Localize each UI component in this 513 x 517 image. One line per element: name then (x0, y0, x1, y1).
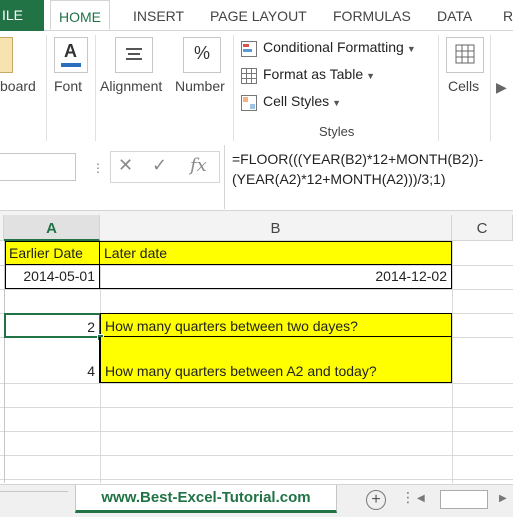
worksheet-grid[interactable]: A B C Earlier Date Later date 2014-05-01… (0, 215, 513, 483)
cell-b4[interactable]: How many quarters between two dayes? (100, 313, 452, 337)
clipboard-label[interactable]: board (0, 78, 36, 94)
tab-review[interactable]: R (503, 0, 513, 30)
chevron-down-icon: ▼ (366, 71, 376, 81)
cell-a4-selected[interactable]: 2 (4, 313, 101, 338)
tab-home[interactable]: HOME (50, 0, 110, 30)
format-as-table-button[interactable]: Format as Table ▼ (241, 62, 375, 86)
font-label[interactable]: Font (54, 78, 82, 94)
formula-line-1: =FLOOR(((YEAR(B2)*12+MONTH(B2))- (232, 151, 484, 167)
ribbon-separator (490, 35, 491, 141)
scroll-left-icon[interactable]: ◀ (417, 493, 425, 504)
ribbon-separator (233, 35, 234, 141)
gridline (0, 407, 513, 408)
tab-page-layout[interactable]: PAGE LAYOUT (210, 0, 307, 30)
styles-group-label: Styles (319, 124, 355, 139)
cell-b5[interactable]: How many quarters between A2 and today? (100, 337, 452, 383)
more-dots-icon: ⋮ (92, 161, 105, 175)
gridline (0, 289, 513, 290)
ribbon-separator (95, 35, 96, 141)
font-icon[interactable]: A (54, 37, 88, 73)
formula-bar: ⋮ ✕ ✓ fx =FLOOR(((YEAR(B2)*12+MONTH(B2))… (0, 145, 513, 209)
cell-b2[interactable]: 2014-12-02 (100, 265, 452, 289)
tab-file[interactable]: ILE (0, 0, 44, 31)
name-box[interactable] (0, 153, 76, 181)
alignment-icon[interactable] (115, 37, 153, 73)
tab-data[interactable]: DATA (437, 0, 472, 30)
cell-b1[interactable]: Later date (100, 241, 452, 265)
conditional-formatting-label: Conditional Formatting (263, 39, 404, 55)
table-icon (241, 67, 257, 85)
cell-a5[interactable]: 4 (5, 337, 100, 383)
formula-line-2: (YEAR(A2)*12+MONTH(A2)))/3;1) (232, 171, 446, 187)
cells-label[interactable]: Cells (448, 78, 479, 94)
column-header-c[interactable]: C (452, 215, 513, 241)
gridline (0, 455, 513, 456)
add-sheet-icon[interactable]: + (366, 490, 386, 510)
tab-insert[interactable]: INSERT (133, 0, 184, 30)
ribbon: board A Font Alignment % Number Conditio… (0, 31, 513, 146)
ribbon-separator (438, 35, 439, 141)
sheet-tab-bar: www.Best-Excel-Tutorial.com + ⋮ ◀ ▶ (0, 484, 513, 517)
conditional-formatting-icon (241, 40, 257, 58)
sheet-tab-active[interactable]: www.Best-Excel-Tutorial.com (75, 485, 337, 513)
more-dots-icon: ⋮ (401, 489, 415, 505)
cell-styles-label: Cell Styles (263, 93, 330, 109)
gridline (0, 431, 513, 432)
insert-function-icon[interactable]: fx (190, 155, 207, 176)
gridline (452, 241, 453, 483)
chevron-down-icon: ▼ (406, 44, 416, 54)
alignment-label[interactable]: Alignment (100, 78, 162, 94)
ribbon-separator (46, 35, 47, 141)
cell-styles-icon (241, 94, 257, 112)
cell-styles-button[interactable]: Cell Styles ▼ (241, 89, 341, 113)
ribbon-tab-bar: ILE HOME INSERT PAGE LAYOUT FORMULAS DAT… (0, 0, 513, 31)
cell-a2[interactable]: 2014-05-01 (5, 265, 100, 289)
cancel-icon[interactable]: ✕ (118, 155, 133, 176)
format-as-table-label: Format as Table (263, 66, 364, 82)
tab-formulas[interactable]: FORMULAS (333, 0, 411, 30)
enter-icon[interactable]: ✓ (152, 155, 167, 176)
horizontal-scrollbar-thumb[interactable] (440, 490, 488, 509)
gridline (0, 479, 513, 480)
paste-icon[interactable] (0, 37, 13, 73)
formula-divider (224, 145, 225, 209)
conditional-formatting-button[interactable]: Conditional Formatting ▼ (241, 35, 416, 59)
cell-a1[interactable]: Earlier Date (5, 241, 100, 265)
column-header-b[interactable]: B (100, 215, 452, 241)
formula-input[interactable]: =FLOOR(((YEAR(B2)*12+MONTH(B2))- (YEAR(A… (232, 149, 513, 189)
chevron-down-icon: ▼ (332, 98, 342, 108)
column-header-a[interactable]: A (4, 215, 100, 241)
scroll-right-icon[interactable]: ▶ (499, 493, 507, 504)
percent-icon[interactable]: % (183, 37, 221, 73)
cells-icon[interactable] (446, 37, 484, 73)
ribbon-scroll-right-icon[interactable]: ▶ (496, 79, 507, 96)
number-label[interactable]: Number (175, 78, 225, 94)
gridline (0, 383, 513, 384)
sheet-nav-area (0, 491, 68, 492)
